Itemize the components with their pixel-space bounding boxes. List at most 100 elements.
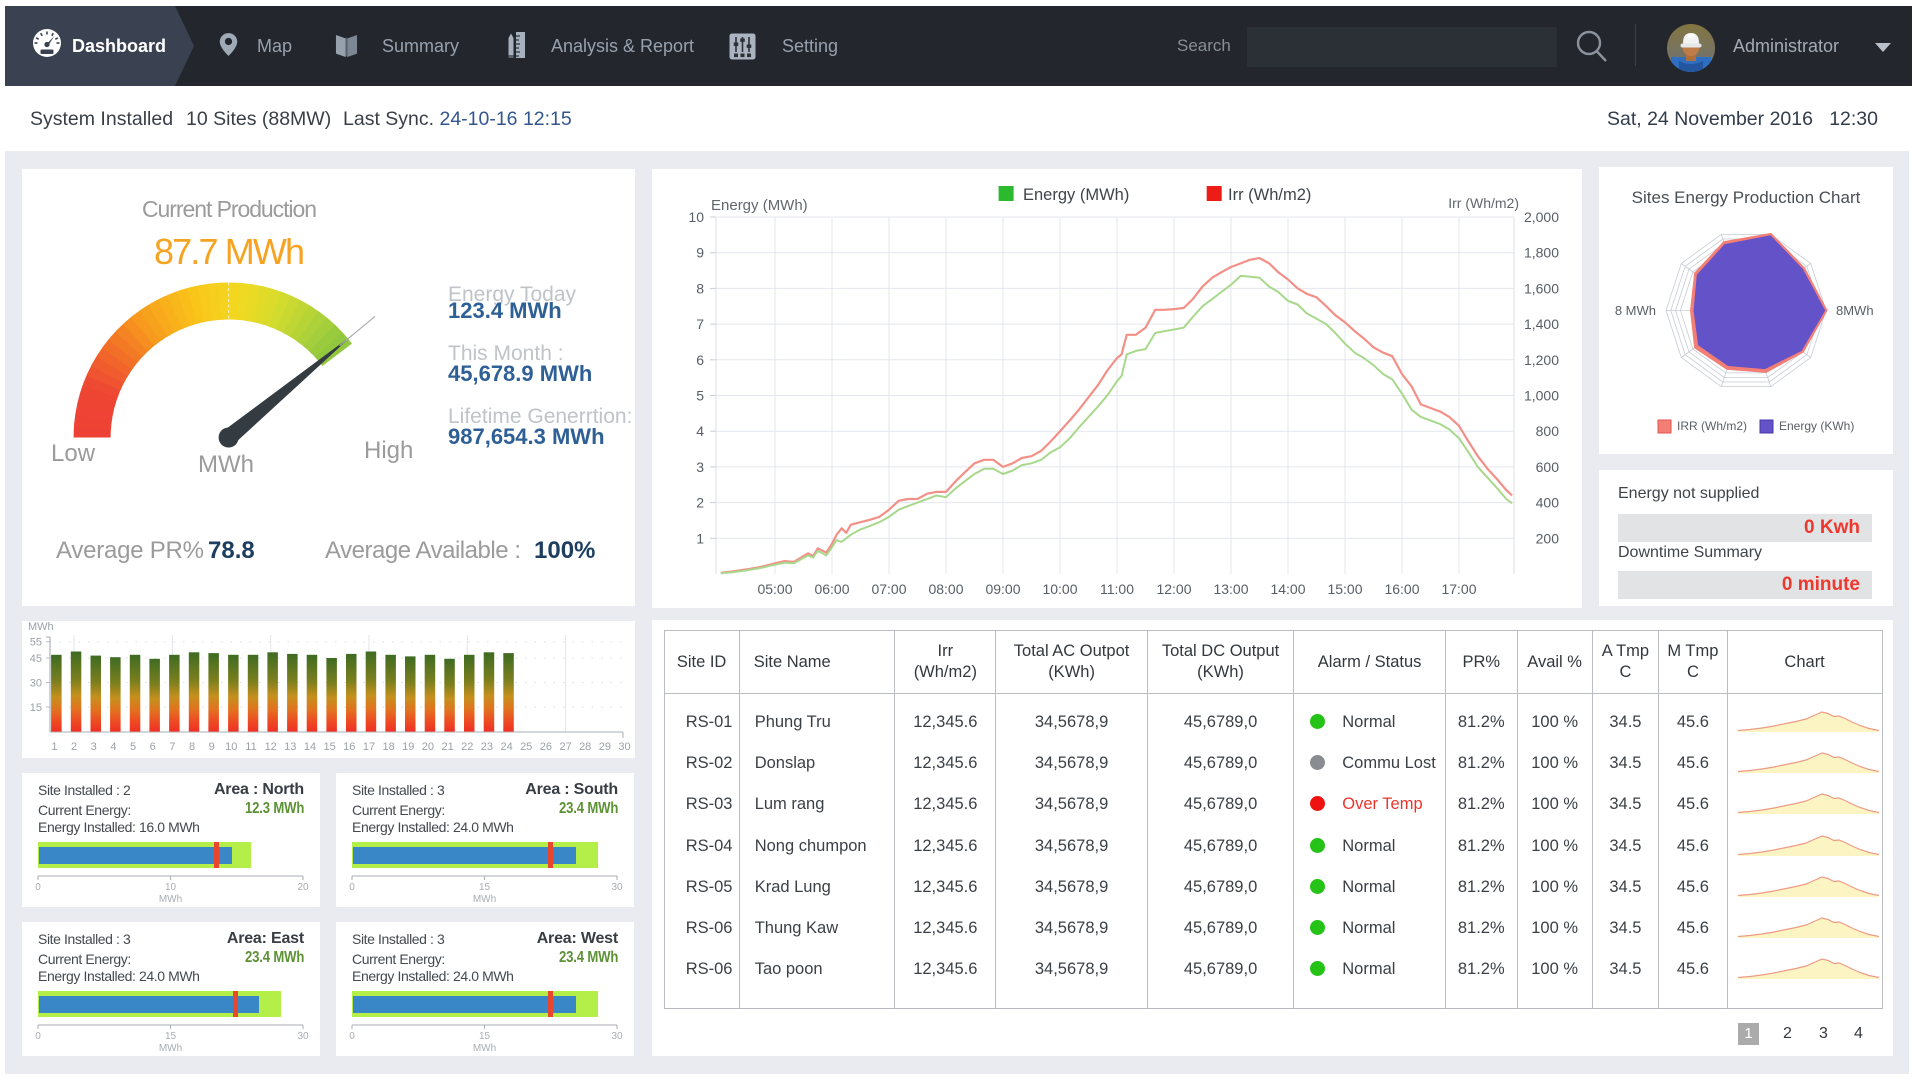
- svg-text:28: 28: [579, 741, 591, 753]
- svg-text:Low: Low: [51, 440, 96, 467]
- svg-text:30: 30: [297, 1031, 309, 1042]
- svg-text:2: 2: [71, 741, 77, 753]
- svg-text:MWh: MWh: [473, 1043, 496, 1054]
- svg-text:1: 1: [51, 741, 57, 753]
- svg-text:27: 27: [559, 741, 571, 753]
- svg-text:21: 21: [441, 741, 453, 753]
- svg-text:Average PR%: Average PR%: [56, 537, 204, 564]
- svg-text:4: 4: [696, 423, 704, 439]
- svg-text:13:00: 13:00: [1213, 581, 1248, 597]
- svg-text:0: 0: [349, 1031, 355, 1042]
- svg-text:8: 8: [696, 280, 704, 296]
- svg-text:87.7 MWh: 87.7 MWh: [154, 231, 305, 272]
- svg-text:07:00: 07:00: [871, 581, 906, 597]
- svg-text:1: 1: [696, 530, 704, 546]
- svg-text:30: 30: [611, 1031, 623, 1042]
- svg-text:IRR (Wh/m2): IRR (Wh/m2): [1677, 419, 1747, 433]
- svg-text:MWh: MWh: [159, 894, 182, 905]
- svg-text:30: 30: [611, 882, 623, 893]
- svg-text:1,600: 1,600: [1524, 280, 1559, 296]
- svg-text:16: 16: [343, 741, 355, 753]
- svg-text:MWh: MWh: [159, 1043, 182, 1054]
- svg-text:20: 20: [422, 741, 434, 753]
- svg-text:14: 14: [304, 741, 316, 753]
- svg-text:Current Production: Current Production: [142, 196, 317, 222]
- svg-text:1,200: 1,200: [1524, 352, 1559, 368]
- svg-text:MWh: MWh: [198, 451, 254, 478]
- svg-text:24: 24: [500, 741, 512, 753]
- svg-text:13: 13: [284, 741, 296, 753]
- svg-text:15: 15: [165, 1031, 177, 1042]
- svg-text:14:00: 14:00: [1270, 581, 1305, 597]
- svg-text:5: 5: [696, 388, 704, 404]
- svg-text:6: 6: [696, 352, 704, 368]
- svg-text:MWh: MWh: [28, 621, 54, 633]
- svg-text:26: 26: [540, 741, 552, 753]
- svg-text:17:00: 17:00: [1441, 581, 1476, 597]
- svg-text:15:00: 15:00: [1327, 581, 1362, 597]
- svg-text:800: 800: [1536, 423, 1560, 439]
- svg-text:18: 18: [382, 741, 394, 753]
- svg-text:9: 9: [696, 245, 704, 261]
- svg-text:7: 7: [696, 316, 704, 332]
- svg-text:10: 10: [225, 741, 237, 753]
- svg-text:12: 12: [265, 741, 277, 753]
- svg-text:11: 11: [245, 741, 256, 753]
- svg-text:1,000: 1,000: [1524, 388, 1559, 404]
- svg-text:400: 400: [1536, 495, 1560, 511]
- svg-text:4: 4: [110, 741, 116, 753]
- svg-text:20: 20: [297, 882, 309, 893]
- svg-text:0: 0: [349, 882, 355, 893]
- svg-text:25: 25: [520, 741, 532, 753]
- svg-text:123.4 MWh: 123.4 MWh: [448, 298, 562, 323]
- svg-text:3: 3: [91, 741, 97, 753]
- svg-text:23: 23: [481, 741, 493, 753]
- svg-text:15: 15: [30, 702, 42, 714]
- svg-text:0: 0: [35, 882, 41, 893]
- svg-text:78.8: 78.8: [208, 537, 255, 564]
- svg-text:08:00: 08:00: [928, 581, 963, 597]
- svg-text:12:00: 12:00: [1156, 581, 1191, 597]
- svg-text:2: 2: [696, 495, 704, 511]
- svg-text:8: 8: [189, 741, 195, 753]
- svg-text:09:00: 09:00: [985, 581, 1020, 597]
- svg-text:Irr (Wh/m2): Irr (Wh/m2): [1228, 186, 1311, 204]
- svg-text:Sites Energy Production Chart: Sites Energy Production Chart: [1632, 188, 1861, 207]
- svg-text:30: 30: [30, 678, 42, 690]
- svg-text:Average Available :: Average Available :: [325, 537, 521, 564]
- svg-text:MWh: MWh: [473, 894, 496, 905]
- svg-text:Energy (MWh): Energy (MWh): [1023, 186, 1129, 204]
- svg-text:High: High: [364, 437, 413, 464]
- svg-text:8MWh: 8MWh: [1836, 303, 1874, 318]
- svg-text:1,400: 1,400: [1524, 316, 1559, 332]
- svg-text:7: 7: [169, 741, 175, 753]
- svg-text:600: 600: [1536, 459, 1560, 475]
- svg-text:45,678.9 MWh: 45,678.9 MWh: [448, 361, 592, 386]
- svg-text:05:00: 05:00: [757, 581, 792, 597]
- svg-text:Irr (Wh/m2): Irr (Wh/m2): [1448, 195, 1519, 211]
- svg-text:3: 3: [696, 459, 704, 475]
- svg-text:15: 15: [479, 1031, 491, 1042]
- svg-text:17: 17: [363, 741, 375, 753]
- svg-text:0: 0: [35, 1031, 41, 1042]
- svg-text:10: 10: [165, 882, 177, 893]
- svg-text:06:00: 06:00: [814, 581, 849, 597]
- svg-text:10: 10: [688, 209, 704, 225]
- svg-text:16:00: 16:00: [1384, 581, 1419, 597]
- svg-text:2,000: 2,000: [1524, 209, 1559, 225]
- svg-text:22: 22: [461, 741, 473, 753]
- svg-text:8 MWh: 8 MWh: [1615, 303, 1656, 318]
- svg-text:30: 30: [618, 741, 630, 753]
- svg-text:Energy (KWh): Energy (KWh): [1779, 419, 1854, 433]
- svg-text:987,654.3 MWh: 987,654.3 MWh: [448, 424, 605, 449]
- svg-text:15: 15: [323, 741, 335, 753]
- svg-text:10:00: 10:00: [1042, 581, 1077, 597]
- svg-text:11:00: 11:00: [1100, 581, 1134, 597]
- svg-text:15: 15: [479, 882, 491, 893]
- svg-text:Energy (MWh): Energy (MWh): [711, 197, 808, 214]
- svg-text:19: 19: [402, 741, 414, 753]
- svg-text:55: 55: [30, 637, 42, 649]
- svg-text:1,800: 1,800: [1524, 245, 1559, 261]
- svg-text:100%: 100%: [534, 537, 595, 564]
- svg-text:200: 200: [1536, 530, 1560, 546]
